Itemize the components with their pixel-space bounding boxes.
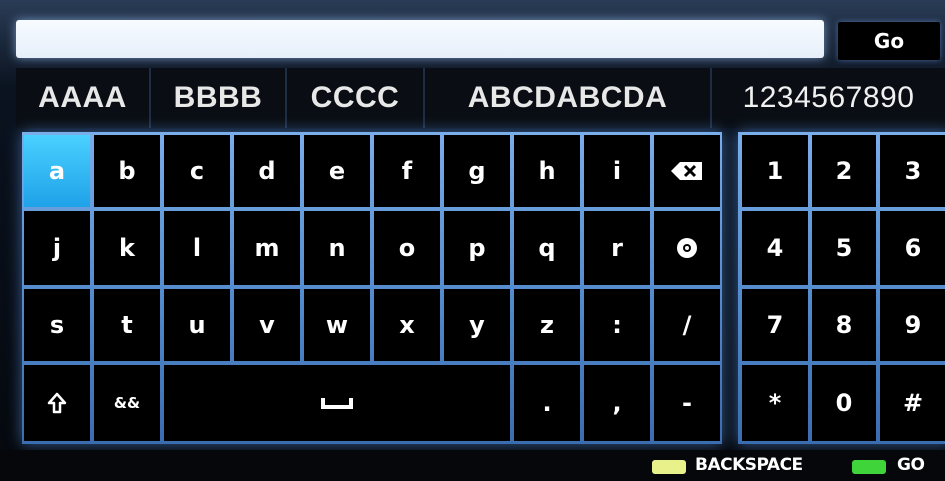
key-z[interactable]: z — [514, 289, 580, 361]
key-8[interactable]: 8 — [812, 289, 876, 361]
key-e[interactable]: e — [304, 135, 370, 207]
on-screen-keyboard: Go AAAA BBBB CCCC ABCDABCDA 1234567890 a… — [0, 0, 945, 481]
key-p[interactable]: p — [444, 211, 510, 285]
key-hash[interactable]: # — [880, 365, 945, 441]
key-comma[interactable]: , — [584, 365, 650, 441]
suggestion-4[interactable]: ABCDABCDA — [425, 68, 712, 128]
key-slash[interactable]: / — [654, 289, 720, 361]
key-shift[interactable] — [24, 365, 90, 441]
key-b[interactable]: b — [94, 135, 160, 207]
backspace-icon — [670, 161, 704, 181]
search-input[interactable] — [16, 20, 824, 58]
key-q[interactable]: q — [514, 211, 580, 285]
key-g[interactable]: g — [444, 135, 510, 207]
key-x[interactable]: x — [374, 289, 440, 361]
key-dash[interactable]: - — [654, 365, 720, 441]
suggestion-3[interactable]: CCCC — [287, 68, 425, 128]
shift-icon — [47, 392, 67, 414]
suggestion-2[interactable]: BBBB — [151, 68, 287, 128]
key-n[interactable]: n — [304, 211, 370, 285]
letter-keypad: a b c d e f g h i j k l m n o p q r s t … — [22, 132, 722, 444]
key-f[interactable]: f — [374, 135, 440, 207]
key-9[interactable]: 9 — [880, 289, 945, 361]
key-l[interactable]: l — [164, 211, 230, 285]
key-space[interactable] — [164, 365, 510, 441]
key-w[interactable]: w — [304, 289, 370, 361]
suggestion-5[interactable]: 1234567890 — [712, 68, 945, 128]
key-0[interactable]: 0 — [812, 365, 876, 441]
key-k[interactable]: k — [94, 211, 160, 285]
key-star[interactable]: * — [742, 365, 808, 441]
key-1[interactable]: 1 — [742, 135, 808, 207]
key-a[interactable]: a — [24, 135, 90, 207]
yellow-button-swatch — [652, 460, 686, 474]
go-legend-label: GO — [897, 455, 925, 475]
key-t[interactable]: t — [94, 289, 160, 361]
button-legend: BACKSPACE GO — [0, 450, 945, 481]
key-i[interactable]: i — [584, 135, 650, 207]
key-y[interactable]: y — [444, 289, 510, 361]
key-backspace[interactable] — [654, 135, 720, 207]
go-button[interactable]: Go — [838, 22, 940, 60]
backspace-legend-label: BACKSPACE — [695, 455, 803, 475]
key-d[interactable]: d — [234, 135, 300, 207]
key-5[interactable]: 5 — [812, 211, 876, 285]
key-colon[interactable]: : — [584, 289, 650, 361]
key-symbols[interactable]: && — [94, 365, 160, 441]
key-h[interactable]: h — [514, 135, 580, 207]
key-3[interactable]: 3 — [880, 135, 945, 207]
key-v[interactable]: v — [234, 289, 300, 361]
key-j[interactable]: j — [24, 211, 90, 285]
key-period[interactable]: . — [514, 365, 580, 441]
key-6[interactable]: 6 — [880, 211, 945, 285]
key-4[interactable]: 4 — [742, 211, 808, 285]
key-7[interactable]: 7 — [742, 289, 808, 361]
key-o[interactable]: o — [374, 211, 440, 285]
space-icon — [321, 396, 353, 410]
green-button-swatch — [852, 460, 886, 474]
key-2[interactable]: 2 — [812, 135, 876, 207]
number-keypad: 1 2 3 4 5 6 7 8 9 * 0 # — [738, 132, 945, 444]
key-c[interactable]: c — [164, 135, 230, 207]
suggestion-bar: AAAA BBBB CCCC ABCDABCDA 1234567890 — [16, 68, 945, 128]
key-s[interactable]: s — [24, 289, 90, 361]
key-at[interactable] — [654, 211, 720, 285]
suggestion-1[interactable]: AAAA — [16, 68, 151, 128]
key-m[interactable]: m — [234, 211, 300, 285]
key-u[interactable]: u — [164, 289, 230, 361]
key-r[interactable]: r — [584, 211, 650, 285]
at-icon — [676, 237, 698, 259]
